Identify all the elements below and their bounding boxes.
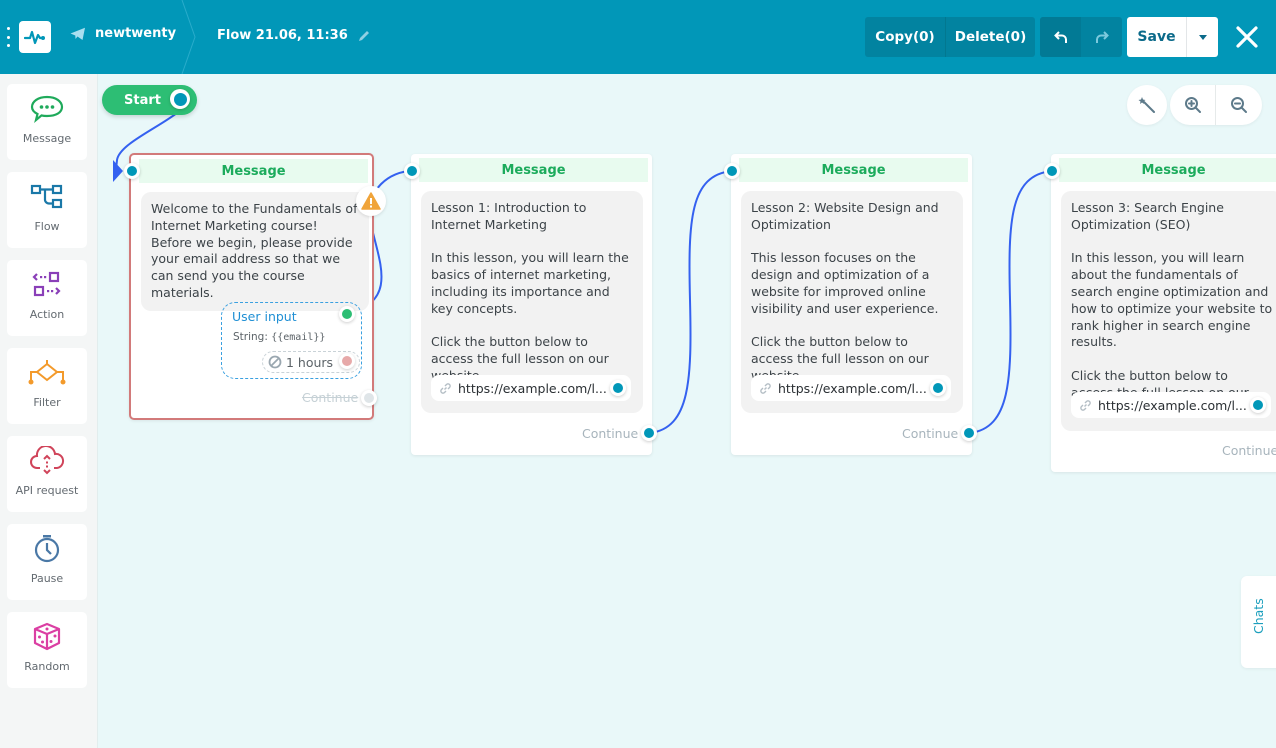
undo-icon (1053, 31, 1067, 43)
cloud-icon (30, 446, 65, 475)
url-text: https://example.com/l... (1098, 397, 1247, 413)
stopwatch-icon (34, 535, 60, 563)
save-group: Save (1127, 17, 1218, 57)
node-palette: Message Flow Action Filter API request P… (0, 74, 98, 748)
continue-label: Continue (302, 390, 359, 405)
action-icon (32, 271, 61, 297)
timeout-value: 1 hours (286, 354, 334, 370)
history-actions (1040, 17, 1122, 57)
url-button[interactable]: https://example.com/l... (751, 375, 951, 401)
flow-icon (30, 184, 63, 209)
top-bar: newtwenty Flow 21.06, 11:36 Copy(0) Dele… (0, 0, 1276, 74)
continue-label: Continue (902, 426, 959, 441)
palette-item-message[interactable]: Message (7, 84, 87, 160)
link-icon (1080, 399, 1091, 411)
zoom-controls (1170, 85, 1262, 125)
node-title: Message (139, 159, 368, 183)
chat-bubble-icon (30, 95, 64, 123)
url-button-port[interactable] (1250, 397, 1266, 413)
caret-down-icon (1198, 34, 1207, 40)
continue-port[interactable] (641, 425, 657, 441)
message-node-welcome[interactable]: Message Welcome to the Fundamentals of I… (129, 153, 374, 420)
pulse-icon (24, 30, 45, 45)
chats-tab-label: Chats (1251, 598, 1266, 634)
user-input-variable: String: {{email}} (233, 331, 325, 343)
continue-label: Continue (582, 426, 639, 441)
block-icon (268, 355, 282, 369)
save-button[interactable]: Save (1127, 17, 1187, 57)
menu-kebab-icon[interactable] (6, 27, 10, 47)
continue-port[interactable] (961, 425, 977, 441)
bot-breadcrumb[interactable]: newtwenty (70, 26, 176, 41)
pencil-icon[interactable] (358, 30, 370, 42)
palette-item-random[interactable]: Random (7, 612, 87, 688)
redo-button[interactable] (1081, 17, 1122, 57)
url-text: https://example.com/l... (778, 380, 927, 396)
node-input-port[interactable] (1044, 163, 1060, 179)
flow-title[interactable]: Flow 21.06, 11:36 (217, 28, 370, 43)
node-title: Message (739, 158, 968, 182)
variable-name: {{email}} (271, 332, 326, 343)
warning-icon (361, 192, 381, 210)
palette-item-label: Random (24, 660, 70, 673)
url-text: https://example.com/l... (458, 380, 607, 396)
link-icon (760, 382, 771, 394)
message-text: Welcome to the Fundamentals of Internet … (141, 192, 369, 311)
palette-item-flow[interactable]: Flow (7, 172, 87, 248)
filter-icon (28, 360, 66, 385)
start-output-port[interactable] (170, 89, 190, 109)
node-input-port[interactable] (404, 163, 420, 179)
undo-button[interactable] (1040, 17, 1081, 57)
url-button-port[interactable] (610, 380, 626, 396)
user-input-title: User input (232, 309, 297, 324)
message-node-lesson-3[interactable]: Message Lesson 3: Search Engine Optimiza… (1051, 154, 1276, 472)
zoom-in-icon (1184, 97, 1201, 113)
breadcrumb-separator (181, 0, 196, 74)
delete-button[interactable]: Delete(0) (946, 17, 1035, 57)
palette-item-label: Filter (33, 396, 61, 409)
palette-item-label: Action (29, 308, 65, 321)
palette-item-label: Flow (34, 220, 60, 233)
warning-badge[interactable] (356, 186, 386, 216)
user-input-port[interactable] (339, 306, 355, 322)
message-node-lesson-1[interactable]: Message Lesson 1: Introduction to Intern… (411, 154, 652, 455)
node-title: Message (419, 158, 648, 182)
flow-title-text: Flow 21.06, 11:36 (217, 28, 348, 43)
variable-type: String: (233, 331, 268, 343)
palette-item-label: Pause (30, 572, 64, 585)
palette-item-pause[interactable]: Pause (7, 524, 87, 600)
url-button[interactable]: https://example.com/l... (431, 375, 631, 401)
zoom-in-button[interactable] (1170, 85, 1216, 125)
url-button-port[interactable] (930, 380, 946, 396)
selection-actions: Copy(0) Delete(0) (865, 17, 1035, 57)
chats-tab[interactable]: Chats (1241, 576, 1276, 668)
save-options-dropdown[interactable] (1187, 17, 1218, 57)
url-button[interactable]: https://example.com/l... (1071, 392, 1271, 418)
dice-icon (33, 622, 61, 651)
palette-item-filter[interactable]: Filter (7, 348, 87, 424)
node-input-port[interactable] (724, 163, 740, 179)
auto-arrange-button[interactable] (1127, 85, 1167, 125)
message-node-lesson-2[interactable]: Message Lesson 2: Website Design and Opt… (731, 154, 972, 455)
start-label: Start (124, 92, 161, 108)
continue-label: Continue (1222, 443, 1276, 458)
zoom-out-icon (1231, 97, 1247, 113)
continue-port[interactable] (361, 390, 377, 406)
copy-button[interactable]: Copy(0) (865, 17, 946, 57)
link-icon (440, 382, 451, 394)
app-logo[interactable] (19, 21, 51, 53)
bot-name: newtwenty (95, 26, 177, 41)
magic-wand-icon (1138, 97, 1155, 113)
close-icon[interactable] (1234, 24, 1260, 50)
redo-icon (1095, 31, 1109, 43)
palette-item-api-request[interactable]: API request (7, 436, 87, 512)
zoom-out-button[interactable] (1216, 85, 1262, 125)
telegram-icon (70, 27, 85, 40)
palette-item-label: API request (15, 484, 79, 497)
palette-item-label: Message (22, 132, 72, 145)
timeout-port[interactable] (339, 353, 355, 369)
node-input-port[interactable] (124, 163, 140, 179)
palette-item-action[interactable]: Action (7, 260, 87, 336)
node-title: Message (1059, 158, 1276, 182)
